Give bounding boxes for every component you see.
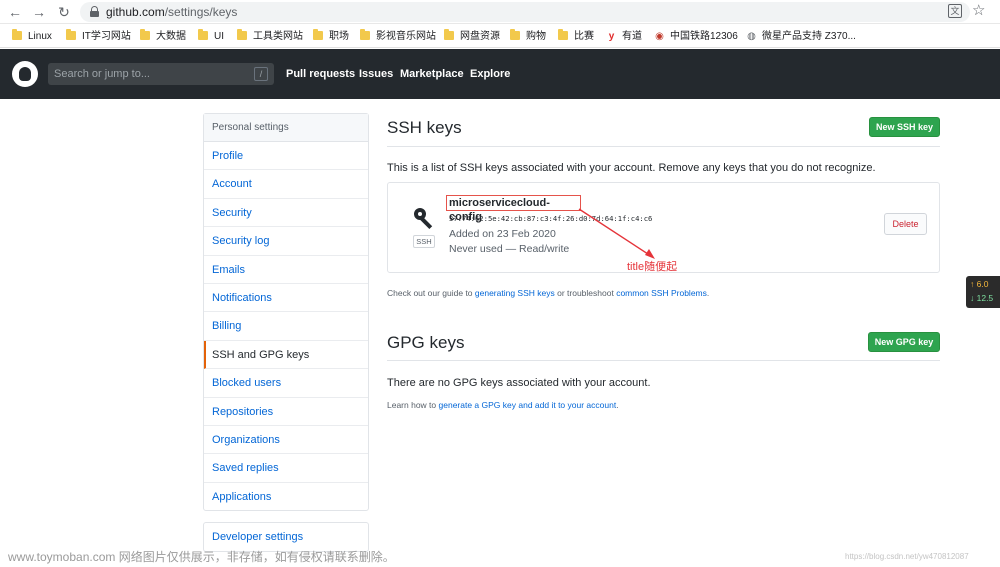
url-path: /settings/keys [164, 5, 238, 19]
bookmark-railway-12306[interactable]: ◉ 中国铁路12306 [654, 30, 738, 44]
ssh-type-badge: SSH [413, 235, 435, 248]
gpg-learn-text: Learn how to generate a GPG key and add … [387, 400, 619, 410]
address-bar[interactable]: github.com/settings/keys [80, 2, 970, 22]
folder-icon [510, 29, 520, 40]
search-placeholder: Search or jump to... [54, 68, 150, 80]
key-icon [414, 208, 436, 230]
ssh-key-fingerprint: 37:74:62:5e:42:cb:87:c3:4f:26:d0:7d:64:1… [449, 214, 653, 223]
github-logo-icon[interactable] [12, 61, 38, 87]
upload-speed: ↑ 6.0 [970, 279, 989, 289]
slash-key-hint: / [254, 67, 268, 81]
sidebar-item-notifications[interactable]: Notifications [204, 284, 368, 313]
generate-gpg-key-link[interactable]: generate a GPG key and add it to your ac… [439, 400, 617, 410]
folder-icon [558, 29, 568, 40]
generating-ssh-keys-link[interactable]: generating SSH keys [475, 288, 555, 298]
url-host: github.com [106, 5, 165, 19]
sidebar-item-organizations[interactable]: Organizations [204, 426, 368, 455]
bookmark-youdao[interactable]: y 有道 [606, 30, 642, 44]
github-header: Search or jump to... / Pull requests Iss… [0, 49, 1000, 99]
sidebar-header: Personal settings [204, 114, 368, 142]
youdao-icon: y [608, 31, 615, 42]
settings-sidebar: Personal settings Profile Account Securi… [203, 113, 369, 511]
bookmark-media[interactable]: 影视音乐网站 [360, 29, 436, 44]
watermark-text: www.toymoban.com 网络图片仅供展示，非存储，如有侵权请联系删除。 [8, 550, 395, 564]
url-text[interactable]: github.com/settings/keys [106, 5, 237, 19]
folder-icon [444, 29, 454, 40]
watermark-url: https://blog.csdn.net/yw470812087 [845, 552, 969, 561]
ssh-key-title: microservicecloud-config [446, 195, 581, 223]
folder-icon [360, 29, 370, 40]
sidebar-item-account[interactable]: Account [204, 170, 368, 199]
ssh-key-added-date: Added on 23 Feb 2020 [449, 228, 556, 240]
bookmark-ui[interactable]: UI [198, 29, 224, 44]
bookmark-shopping[interactable]: 购物 [510, 29, 546, 44]
sidebar-item-billing[interactable]: Billing [204, 312, 368, 341]
new-ssh-key-button[interactable]: New SSH key [869, 117, 940, 137]
sidebar-item-saved-replies[interactable]: Saved replies [204, 454, 368, 483]
globe-icon: ◍ [747, 31, 756, 42]
ssh-keys-heading: SSH keys [387, 118, 462, 137]
bookmark-tools[interactable]: 工具类网站 [237, 29, 303, 44]
folder-icon [198, 29, 208, 40]
bookmark-it-sites[interactable]: IT学习网站 [66, 29, 131, 44]
folder-icon [313, 29, 323, 40]
divider [387, 146, 940, 147]
sidebar-item-developer-settings[interactable]: Developer settings [203, 522, 369, 552]
network-speed-widget: ↑ 6.0 ↓ 12.5 [966, 276, 1000, 308]
bookmark-cloud-drive[interactable]: 网盘资源 [444, 29, 500, 44]
sidebar-item-repositories[interactable]: Repositories [204, 398, 368, 426]
bookmark-msi-support[interactable]: ◍ 微星产品支持 Z370... [746, 30, 856, 44]
nav-marketplace[interactable]: Marketplace [400, 67, 464, 81]
folder-icon [66, 29, 76, 40]
sidebar-item-profile[interactable]: Profile [204, 142, 368, 171]
translate-icon[interactable]: 文 [948, 4, 962, 18]
folder-icon [237, 29, 247, 40]
nav-issues[interactable]: Issues [359, 67, 393, 81]
ssh-key-usage: Never used — Read/write [449, 243, 570, 255]
annotation-label: title随便起 [627, 261, 678, 273]
bookmarks-bar: Linux IT学习网站 大数据 UI 工具类网站 职场 影视音乐网站 网盘资源… [0, 25, 1000, 48]
sidebar-item-ssh-gpg-keys[interactable]: SSH and GPG keys [204, 340, 368, 370]
divider [387, 360, 940, 361]
sidebar-item-emails[interactable]: Emails [204, 256, 368, 284]
sidebar-item-blocked-users[interactable]: Blocked users [204, 369, 368, 398]
folder-icon [140, 29, 150, 40]
ssh-guide-text: Check out our guide to generating SSH ke… [387, 288, 710, 298]
search-input[interactable]: Search or jump to... / [48, 63, 274, 85]
back-icon[interactable]: ← [6, 3, 24, 21]
ssh-description: This is a list of SSH keys associated wi… [387, 162, 876, 174]
sidebar-item-security-log[interactable]: Security log [204, 227, 368, 256]
railway-icon: ◉ [655, 31, 664, 42]
reload-icon[interactable]: ↻ [55, 3, 73, 21]
common-ssh-problems-link[interactable]: common SSH Problems [616, 288, 707, 298]
gpg-empty-text: There are no GPG keys associated with yo… [387, 377, 651, 389]
delete-key-button[interactable]: Delete [884, 213, 927, 235]
nav-pull-requests[interactable]: Pull requests [286, 67, 355, 81]
browser-toolbar: ← → ↻ github.com/settings/keys 文 ☆ [0, 0, 1000, 24]
bookmark-linux[interactable]: Linux [12, 29, 52, 44]
forward-icon[interactable]: → [30, 3, 48, 21]
bookmark-star-icon[interactable]: ☆ [972, 2, 985, 20]
nav-explore[interactable]: Explore [470, 67, 510, 81]
bookmark-contest[interactable]: 比赛 [558, 29, 594, 44]
bookmark-bigdata[interactable]: 大数据 [140, 29, 186, 44]
gpg-keys-heading: GPG keys [387, 333, 465, 352]
folder-icon [12, 29, 22, 40]
download-speed: ↓ 12.5 [970, 293, 994, 303]
new-gpg-key-button[interactable]: New GPG key [868, 332, 940, 352]
lock-icon [90, 6, 99, 17]
sidebar-item-applications[interactable]: Applications [204, 483, 368, 511]
bookmark-career[interactable]: 职场 [313, 29, 349, 44]
sidebar-item-security[interactable]: Security [204, 199, 368, 228]
